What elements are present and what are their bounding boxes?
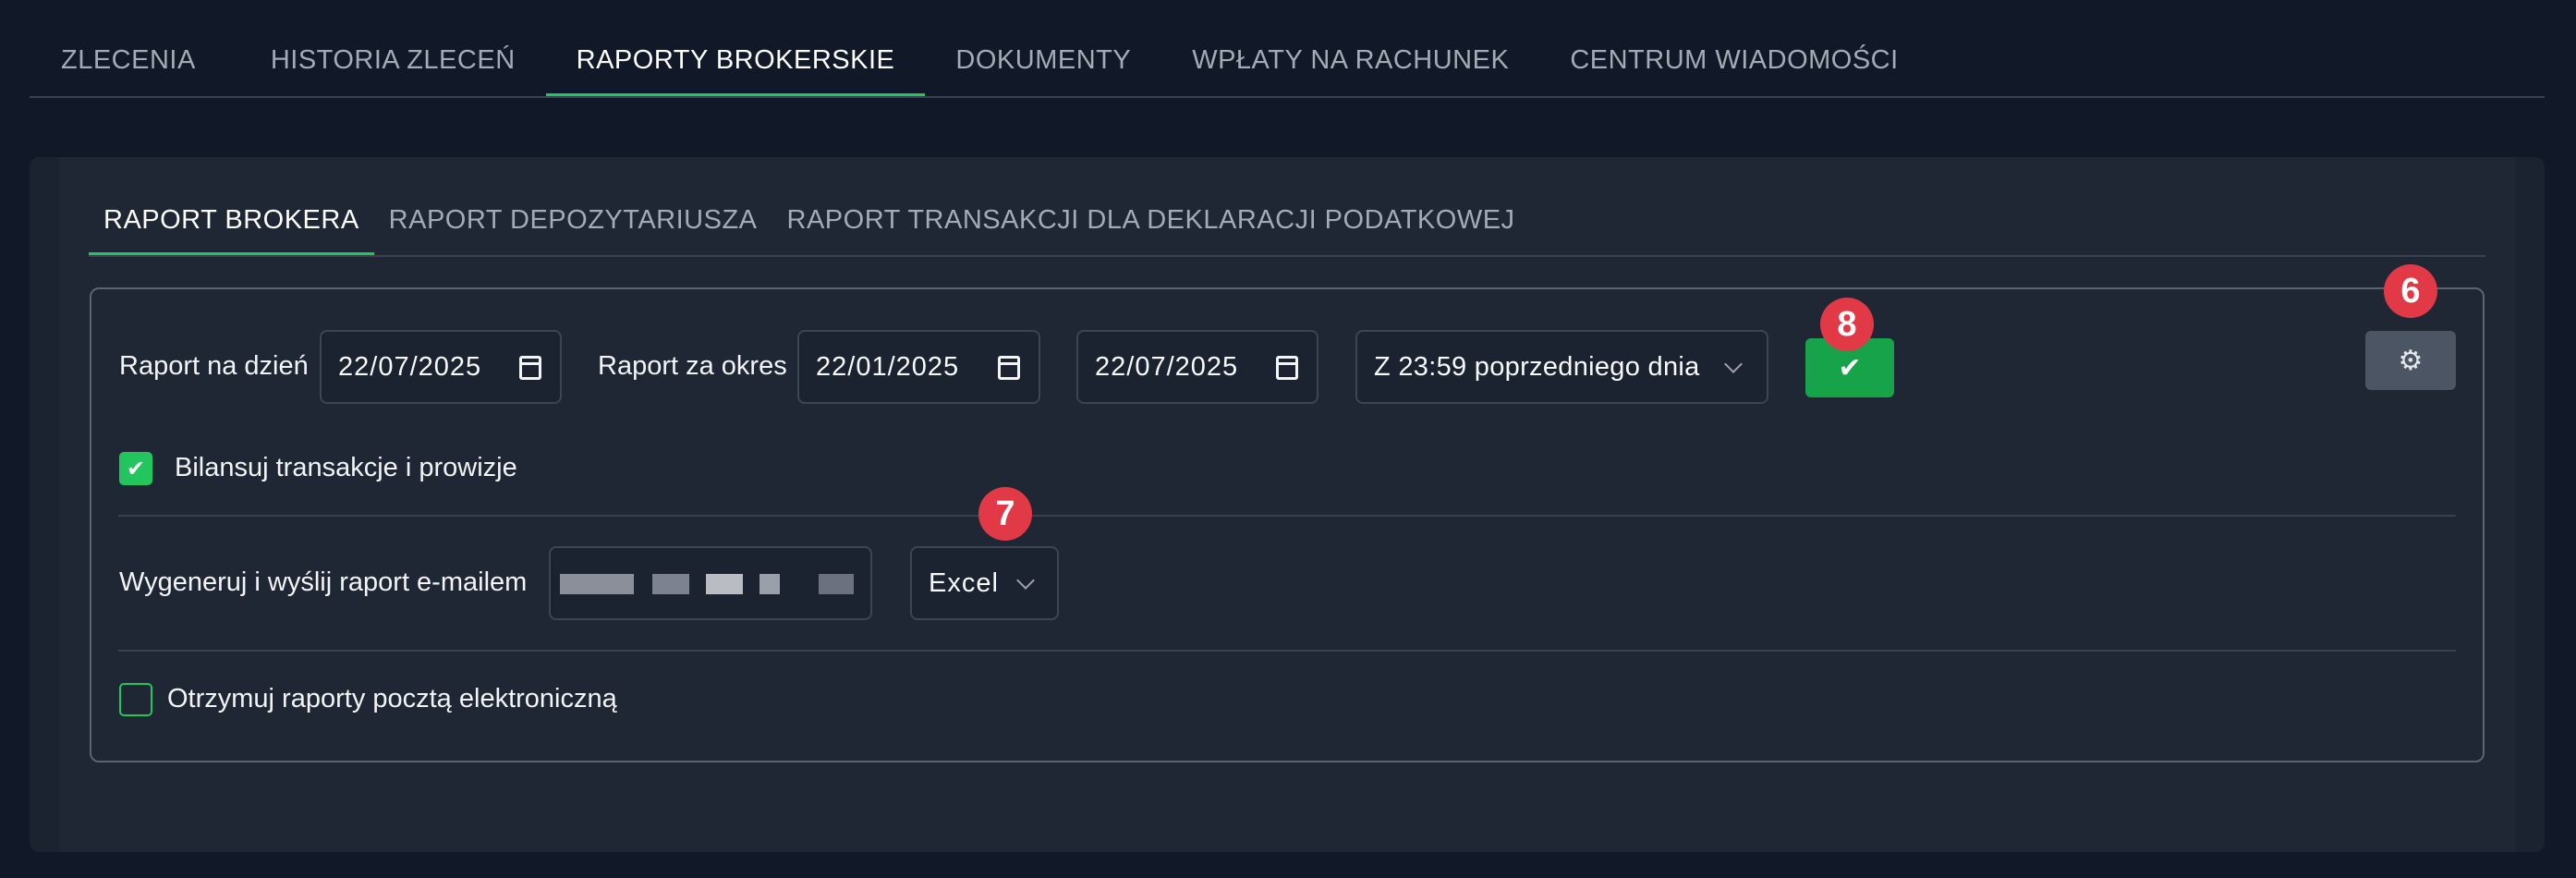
tab-centrum-wiadomosci[interactable]: CENTRUM WIADOMOŚCI: [1539, 28, 1928, 96]
period-to-input[interactable]: 22/07/2025: [1076, 330, 1318, 404]
time-select-value: Z 23:59 poprzedniego dnia: [1374, 351, 1700, 382]
tab-raport-brokera[interactable]: RAPORT BROKERA: [89, 183, 374, 255]
format-select-value: Excel: [929, 567, 999, 598]
report-date-value: 22/07/2025: [338, 351, 482, 382]
check-icon: ✔: [126, 456, 146, 482]
redacted-email: [652, 574, 689, 594]
tab-raport-depozytariusza[interactable]: RAPORT DEPOZYTARIUSZA: [374, 183, 772, 255]
report-date-input[interactable]: 22/07/2025: [320, 330, 562, 404]
period-label: Raport za okres: [598, 351, 787, 381]
divider: [118, 650, 2456, 652]
receive-email-checkbox[interactable]: [119, 683, 152, 716]
email-input[interactable]: [549, 546, 872, 620]
tab-dokumenty[interactable]: DOKUMENTY: [925, 28, 1161, 96]
badge-7: 7: [978, 487, 1032, 541]
balance-checkbox-label: Bilansuj transakcje i prowizje: [175, 453, 517, 482]
tab-historia-zlecen[interactable]: HISTORIA ZLECEŃ: [240, 28, 546, 96]
divider: [118, 515, 2456, 517]
badge-6: 6: [2384, 264, 2437, 318]
badge-8: 8: [1820, 298, 1874, 351]
check-icon: ✔: [1838, 352, 1862, 384]
chevron-down-icon: [1724, 355, 1743, 373]
calendar-icon[interactable]: [998, 356, 1020, 380]
email-report-label: Wygeneruj i wyślij raport e-mailem: [119, 567, 528, 597]
balance-checkbox[interactable]: ✔: [119, 452, 152, 485]
report-type-tab-bar: RAPORT BROKERA RAPORT DEPOZYTARIUSZA RAP…: [89, 185, 2485, 257]
tab-raporty-brokerskie[interactable]: RAPORTY BROKERSKIE: [545, 28, 926, 96]
chevron-down-icon: [1016, 571, 1035, 590]
receive-email-label: Otrzymuj raporty pocztą elektroniczną: [167, 684, 617, 713]
tab-zlecenia[interactable]: ZLECENIA: [30, 28, 240, 96]
period-to-value: 22/07/2025: [1095, 351, 1239, 382]
redacted-email: [560, 574, 634, 594]
settings-button[interactable]: ⚙: [2365, 331, 2456, 390]
redacted-email: [759, 574, 780, 594]
calendar-icon[interactable]: [519, 356, 541, 380]
redacted-email: [819, 574, 854, 594]
tab-raport-transakcji-podatkowej[interactable]: RAPORT TRANSAKCJI DLA DEKLARACJI PODATKO…: [772, 183, 1530, 255]
period-from-input[interactable]: 22/01/2025: [797, 330, 1040, 404]
report-date-label: Raport na dzień: [119, 351, 309, 381]
time-select[interactable]: Z 23:59 poprzedniego dnia: [1355, 330, 1768, 404]
gears-icon: ⚙: [2398, 345, 2424, 376]
top-tab-bar: ZLECENIA HISTORIA ZLECEŃ RAPORTY BROKERS…: [30, 30, 2545, 98]
format-select[interactable]: Excel: [910, 546, 1059, 620]
tab-wplaty-na-rachunek[interactable]: WPŁATY NA RACHUNEK: [1161, 28, 1539, 96]
period-from-value: 22/01/2025: [816, 351, 960, 382]
calendar-icon[interactable]: [1276, 356, 1298, 380]
redacted-email: [706, 574, 743, 594]
